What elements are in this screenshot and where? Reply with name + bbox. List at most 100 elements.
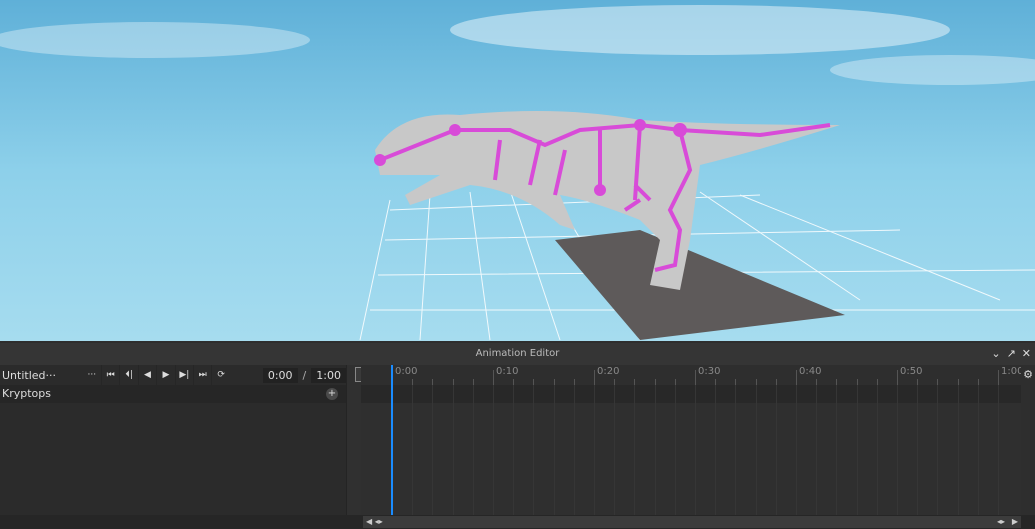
ruler-tick <box>634 379 636 385</box>
track-list <box>0 403 346 515</box>
loop-icon[interactable]: ⟳ <box>211 365 229 385</box>
ruler-tick <box>594 370 595 385</box>
animation-name[interactable]: Untitled··· <box>0 369 83 382</box>
grid-line <box>897 385 898 515</box>
timeline[interactable]: 0:00 0:10 0:20 0:30 0:40 0:50 1:00 <box>361 365 1021 515</box>
next-keyframe-icon[interactable]: ▶| <box>174 365 193 385</box>
grid-line <box>876 385 878 515</box>
grid-line <box>775 385 777 515</box>
play-reverse-icon[interactable]: ◀ <box>137 365 156 385</box>
grid-line <box>957 385 959 515</box>
timeline-track-row <box>361 385 1021 403</box>
time-separator: / <box>302 368 307 382</box>
current-time-input[interactable]: 0:00 <box>262 367 298 383</box>
grid-line <box>796 385 797 515</box>
dock-icon[interactable]: ↗ <box>1007 343 1016 365</box>
grid-line <box>594 385 595 515</box>
grid-line <box>816 385 818 515</box>
3d-viewport[interactable] <box>0 0 1035 341</box>
grid-line <box>917 385 919 515</box>
grid-line <box>856 385 858 515</box>
ruler-tick <box>654 379 656 385</box>
ruler-tick <box>957 379 959 385</box>
zoom-handle-right-icon[interactable]: ◂▸ <box>997 516 1005 528</box>
grid-line <box>695 385 696 515</box>
ruler-tick <box>836 379 838 385</box>
grid-line <box>735 385 737 515</box>
time-label: 1:00 <box>1001 366 1021 377</box>
ruler-tick <box>937 379 939 385</box>
ruler-tick <box>513 379 515 385</box>
previous-keyframe-icon[interactable]: ⏴| <box>119 365 137 385</box>
play-icon[interactable]: ▶ <box>156 365 174 385</box>
ruler-tick <box>735 379 737 385</box>
ruler-tick <box>715 379 717 385</box>
time-label: 0:10 <box>496 366 519 377</box>
grid-line <box>412 385 414 515</box>
playhead[interactable] <box>391 365 393 515</box>
grid-line <box>614 385 616 515</box>
collapse-icon[interactable]: ⌄ <box>991 343 1000 365</box>
grid-line <box>452 385 454 515</box>
ruler-tick <box>432 379 434 385</box>
animation-editor: Animation Editor ⌄ ↗ ✕ Untitled··· ··· ⏮… <box>0 341 1035 529</box>
grid-line <box>513 385 515 515</box>
end-time-input[interactable]: 1:00 <box>311 367 346 383</box>
ruler-tick <box>876 379 878 385</box>
bottom-bar: ◀ ◂▸ ◂▸ ▶ <box>0 515 1035 529</box>
grid-line <box>573 385 575 515</box>
zoom-handle-left-icon[interactable]: ◂▸ <box>375 517 383 526</box>
track-rig[interactable]: Kryptops + <box>0 385 346 403</box>
close-icon[interactable]: ✕ <box>1022 343 1031 365</box>
time-label: 0:20 <box>597 366 620 377</box>
grid-line <box>533 385 535 515</box>
panel-divider[interactable] <box>346 365 370 515</box>
ruler-tick <box>493 370 494 385</box>
grid-line <box>977 385 979 515</box>
scene <box>0 0 1035 341</box>
more-menu-button[interactable]: ··· <box>83 365 101 385</box>
playback-toolbar: Untitled··· ··· ⏮ ⏴| ◀ ▶ ▶| ⏭ ⟳ 0:00 / 1… <box>0 365 346 385</box>
time-label: 0:50 <box>900 366 923 377</box>
rig-name: Kryptops <box>2 387 51 400</box>
grid-line <box>674 385 676 515</box>
grid-line <box>998 385 999 515</box>
editor-titlebar: Animation Editor ⌄ ↗ ✕ <box>0 343 1035 365</box>
ruler-tick <box>998 370 999 385</box>
time-label: 0:30 <box>698 366 721 377</box>
grid-line <box>432 385 434 515</box>
scroll-left-icon[interactable]: ◀ <box>366 517 372 526</box>
editor-title: Animation Editor <box>475 348 560 359</box>
ruler-tick <box>674 379 676 385</box>
grid-line <box>634 385 636 515</box>
ruler-tick <box>775 379 777 385</box>
ruler-tick <box>533 379 535 385</box>
settings-icon[interactable]: ⚙ <box>1021 365 1035 385</box>
ruler-tick <box>452 379 454 385</box>
ruler-tick <box>897 370 898 385</box>
ruler-tick <box>553 379 555 385</box>
grid-line <box>654 385 656 515</box>
ruler-tick <box>573 379 575 385</box>
time-label: 0:40 <box>799 366 822 377</box>
skip-to-end-icon[interactable]: ⏭ <box>193 365 211 385</box>
grid-line <box>472 385 474 515</box>
grid-line <box>937 385 939 515</box>
ruler-tick <box>614 379 616 385</box>
grid-line <box>755 385 757 515</box>
scroll-right-icon[interactable]: ▶ <box>1012 516 1018 528</box>
grid-line <box>715 385 717 515</box>
time-label: 0:00 <box>395 366 418 377</box>
ruler-tick <box>977 379 979 385</box>
ruler-tick <box>917 379 919 385</box>
ruler-tick <box>856 379 858 385</box>
add-track-button[interactable]: + <box>326 388 338 400</box>
grid-line <box>836 385 838 515</box>
ruler-tick <box>472 379 474 385</box>
grid-line <box>493 385 494 515</box>
timeline-scrollbar[interactable]: ◀ ◂▸ ◂▸ ▶ <box>363 516 1021 528</box>
ruler-tick <box>796 370 797 385</box>
ruler-tick <box>755 379 757 385</box>
ruler-tick <box>695 370 696 385</box>
skip-to-start-icon[interactable]: ⏮ <box>100 365 119 385</box>
